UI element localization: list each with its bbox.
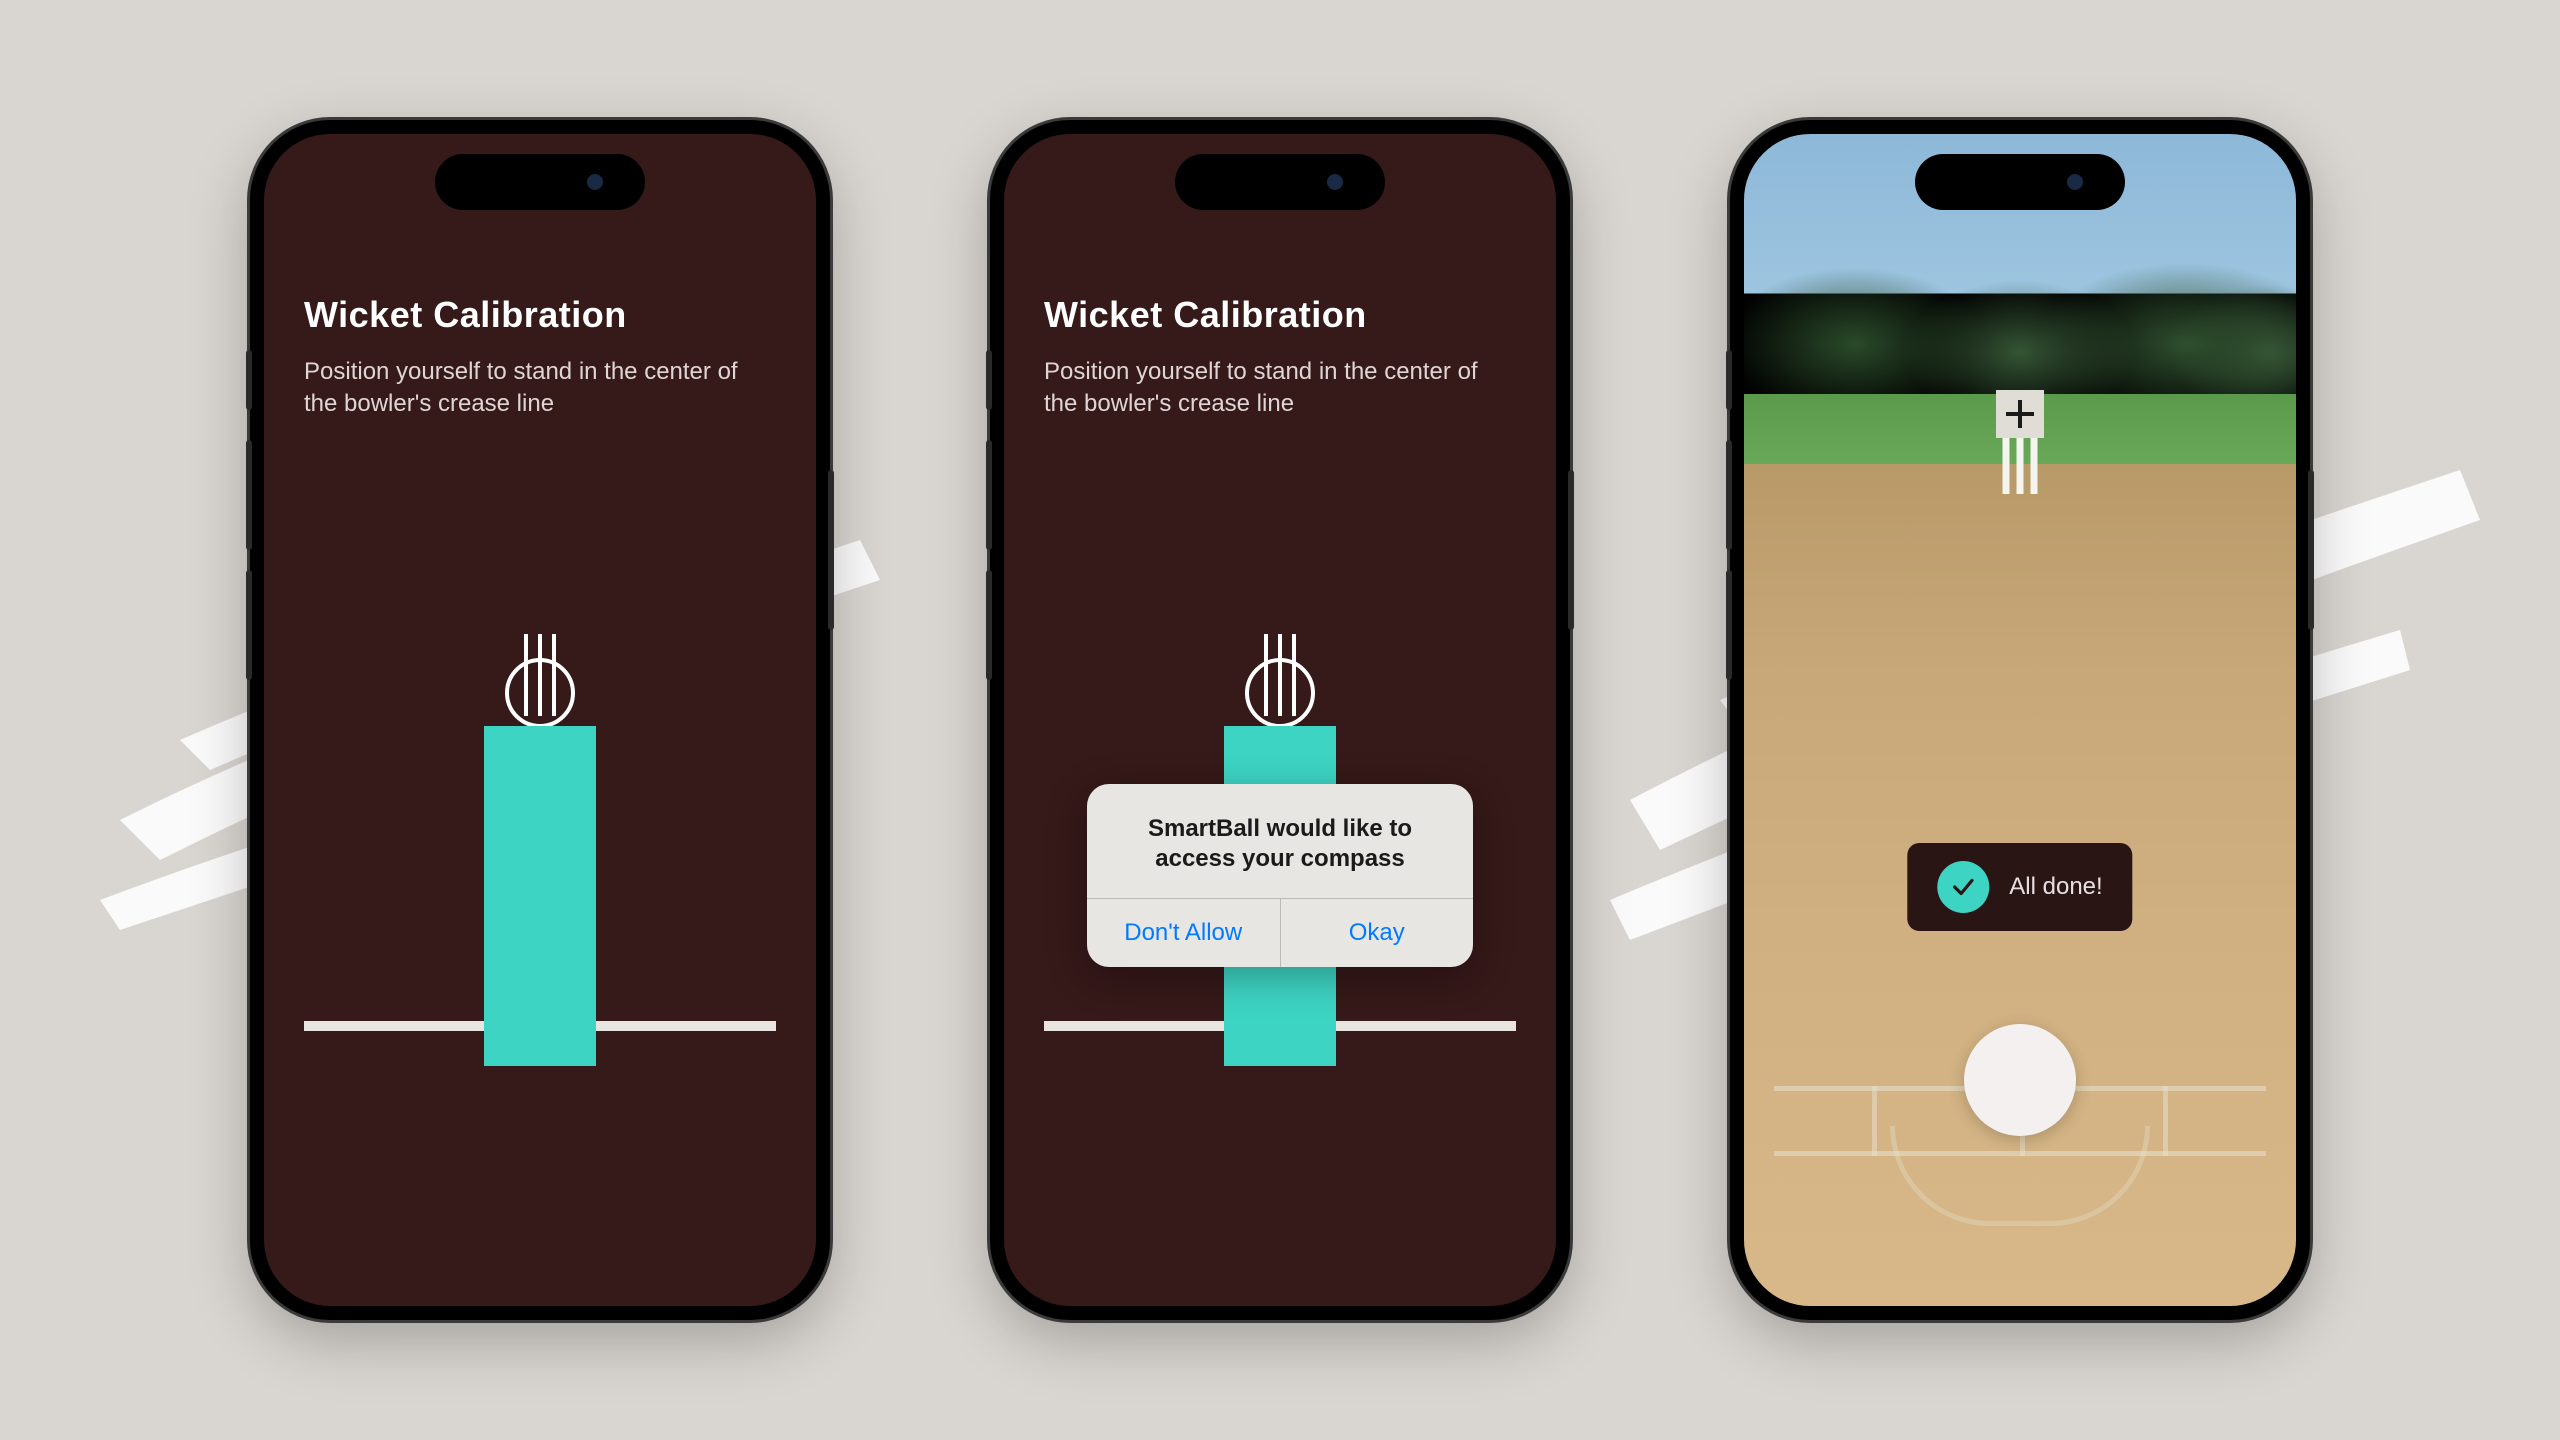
phone-side-button [1726, 350, 1732, 410]
alert-title: SmartBall would like to access your comp… [1111, 814, 1449, 874]
page-title: Wicket Calibration [1044, 294, 1516, 336]
bowling-arc-marking [1890, 1126, 2150, 1226]
page-subtitle: Position yourself to stand in the center… [304, 356, 776, 421]
phone-side-button [986, 350, 992, 410]
capture-shutter-button[interactable] [1964, 1024, 2076, 1136]
permission-alert: SmartBall would like to access your comp… [1087, 784, 1473, 967]
crosshair-target-icon[interactable] [1996, 390, 2044, 438]
screen-calibration-with-alert: Wicket Calibration Position yourself to … [1004, 134, 1556, 1306]
phone-side-button [2308, 470, 2314, 630]
phone-side-button [828, 470, 834, 630]
page-title: Wicket Calibration [304, 294, 776, 336]
dynamic-island [435, 154, 645, 210]
phone-side-button [1726, 440, 1732, 550]
far-wicket-stumps [2003, 438, 2038, 494]
phone-side-button [986, 570, 992, 680]
page-subtitle: Position yourself to stand in the center… [1044, 356, 1516, 421]
phone-side-button [1568, 470, 1574, 630]
phone-showcase: Wicket Calibration Position yourself to … [0, 0, 2560, 1440]
phone-side-button [246, 350, 252, 410]
success-toast: All done! [1907, 843, 2132, 931]
phone-side-button [246, 440, 252, 550]
screen-camera-capture: All done! [1744, 134, 2296, 1306]
person-head-icon [505, 658, 575, 728]
phone-side-button [986, 440, 992, 550]
toast-message: All done! [2009, 873, 2102, 901]
person-head-icon [1245, 658, 1315, 728]
phone-side-button [1726, 570, 1732, 680]
alert-deny-button[interactable]: Don't Allow [1087, 899, 1280, 967]
phone-side-button [246, 570, 252, 680]
phone-3: All done! [1730, 120, 2310, 1320]
dynamic-island [1175, 154, 1385, 210]
phone-2: Wicket Calibration Position yourself to … [990, 120, 1570, 1320]
person-position-graphic [484, 658, 596, 1066]
person-body-icon [484, 726, 596, 1066]
checkmark-icon [1937, 861, 1989, 913]
phone-1: Wicket Calibration Position yourself to … [250, 120, 830, 1320]
screen-calibration: Wicket Calibration Position yourself to … [264, 134, 816, 1306]
alert-allow-button[interactable]: Okay [1280, 899, 1474, 967]
dynamic-island [1915, 154, 2125, 210]
